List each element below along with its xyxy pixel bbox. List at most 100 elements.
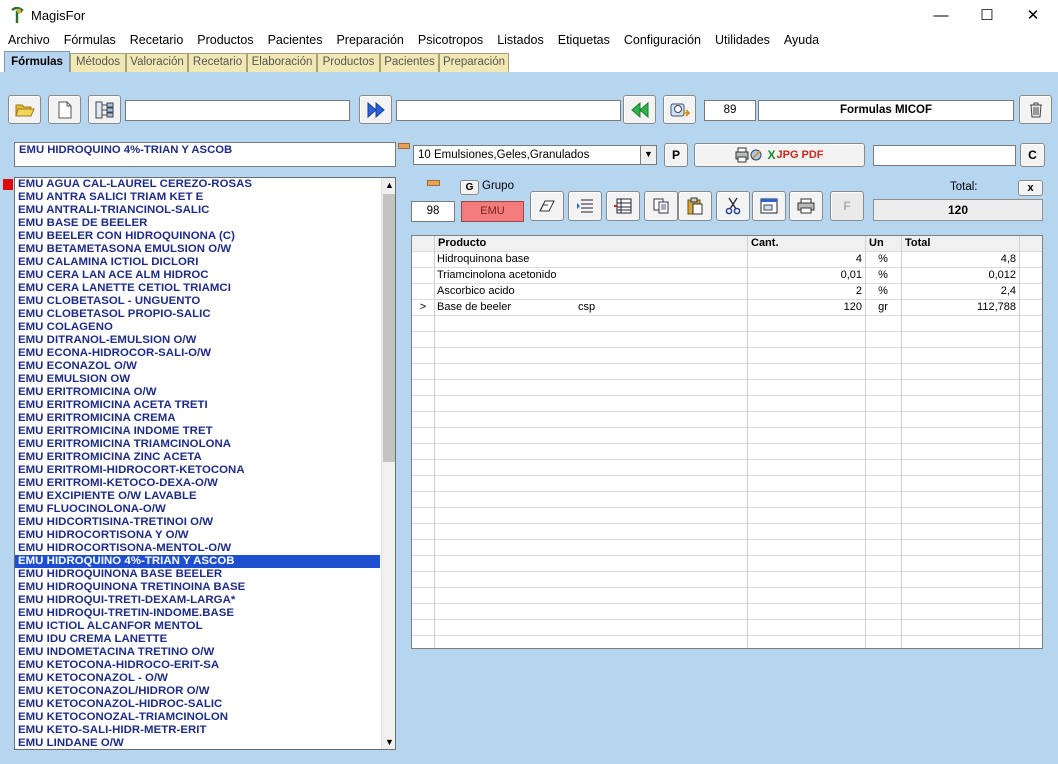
maximize-button[interactable]: ☐ — [964, 0, 1010, 31]
fast-forward-button[interactable] — [359, 95, 392, 124]
empty-row[interactable] — [412, 348, 1042, 364]
empty-row[interactable] — [412, 428, 1042, 444]
menu-item-10[interactable]: Utilidades — [715, 31, 770, 51]
empty-row[interactable] — [412, 444, 1042, 460]
table-row[interactable]: Triamcinolona acetonido 0,01% 0,012 — [412, 268, 1042, 284]
menu-item-0[interactable]: Archivo — [8, 31, 50, 51]
group-code-field[interactable]: EMU — [461, 201, 524, 222]
list-item[interactable]: EMU BETAMETASONA EMULSION O/W — [15, 243, 380, 256]
menu-item-9[interactable]: Configuración — [624, 31, 701, 51]
copy-button[interactable] — [644, 191, 678, 221]
eraser-button[interactable] — [530, 191, 564, 221]
list-item[interactable]: EMU KETOCONA-HIDROCO-ERIT-SA — [15, 659, 380, 672]
empty-row[interactable] — [412, 540, 1042, 556]
cell-marker[interactable] — [415, 252, 431, 268]
list-item[interactable]: EMU BEELER CON HIDROQUINONA (C) — [15, 230, 380, 243]
empty-row[interactable] — [412, 620, 1042, 636]
grid-header-cell[interactable]: Cant. — [751, 236, 863, 252]
menu-item-5[interactable]: Preparación — [336, 31, 403, 51]
insert-line-button[interactable] — [568, 191, 602, 221]
tree-view-button[interactable] — [88, 95, 121, 124]
list-item[interactable]: EMU COLAGENO — [15, 321, 380, 334]
menu-item-2[interactable]: Recetario — [130, 31, 184, 51]
cell-producto[interactable]: Triamcinolona acetonido — [437, 268, 744, 284]
list-item[interactable]: EMU FLUOCINOLONA-O/W — [15, 503, 380, 516]
empty-row[interactable] — [412, 604, 1042, 620]
list-item[interactable]: EMU ECONAZOL O/W — [15, 360, 380, 373]
list-item[interactable]: EMU HIDROQUI-TRETIN-INDOME.BASE — [15, 607, 380, 620]
empty-row[interactable] — [412, 524, 1042, 540]
tab-3[interactable]: Recetario — [188, 53, 247, 72]
empty-row[interactable] — [412, 364, 1042, 380]
list-item[interactable]: EMU KETOCONAZOL-HIDROC-SALIC — [15, 698, 380, 711]
list-item[interactable]: EMU KETO-SALI-HIDR-METR-ERIT — [15, 724, 380, 737]
grid-header-cell[interactable]: Un — [869, 236, 899, 252]
list-item[interactable]: EMU HIDROCORTISONA Y O/W — [15, 529, 380, 542]
list-item[interactable]: EMU AGUA CAL-LAUREL CEREZO-ROSAS — [15, 178, 380, 191]
open-folder-button[interactable] — [8, 95, 41, 124]
cell-cant[interactable]: 2 — [750, 284, 862, 300]
list-item[interactable]: EMU ERITROMICINA TRIAMCINOLONA — [15, 438, 380, 451]
group-g-button[interactable]: G — [460, 180, 479, 195]
tab-7[interactable]: Preparación — [439, 53, 509, 72]
cell-producto[interactable]: Ascorbico acido — [437, 284, 744, 300]
print-button[interactable] — [789, 191, 823, 221]
list-item[interactable]: EMU ERITROMICINA ZINC ACETA — [15, 451, 380, 464]
list-item[interactable]: EMU ERITROMICINA CREMA — [15, 412, 380, 425]
cell-marker[interactable] — [415, 284, 431, 300]
menu-item-7[interactable]: Listados — [497, 31, 544, 51]
empty-row[interactable] — [412, 492, 1042, 508]
scroll-down-icon[interactable]: ▼ — [385, 737, 394, 747]
tab-0[interactable]: Fórmulas — [4, 51, 70, 72]
list-name-field[interactable]: Formulas MICOF — [758, 100, 1014, 121]
list-item[interactable]: EMU INDOMETACINA TRETINO O/W — [15, 646, 380, 659]
group-number-field[interactable]: 98 — [411, 201, 455, 222]
cell-un[interactable]: % — [868, 268, 898, 284]
table-row[interactable]: Hidroquinona base 4% 4,8 — [412, 252, 1042, 268]
scroll-up-icon[interactable]: ▲ — [385, 180, 394, 190]
empty-row[interactable] — [412, 412, 1042, 428]
list-item[interactable]: EMU IDU CREMA LANETTE — [15, 633, 380, 646]
list-item[interactable]: EMU CLOBETASOL - UNGUENTO — [15, 295, 380, 308]
cell-marker[interactable] — [415, 268, 431, 284]
record-number-field[interactable]: 89 — [704, 100, 756, 121]
search-input-2[interactable] — [396, 100, 621, 121]
list-item[interactable]: EMU ERITROMICINA ACETA TRETI — [15, 399, 380, 412]
list-item[interactable]: EMU CERA LAN ACE ALM HIDROC — [15, 269, 380, 282]
empty-row[interactable] — [412, 588, 1042, 604]
grid-header-cell[interactable]: Total — [905, 236, 1017, 252]
c-button[interactable]: C — [1020, 143, 1045, 167]
list-item[interactable]: EMU ECONA-HIDROCOR-SALI-O/W — [15, 347, 380, 360]
search-input-1[interactable] — [125, 100, 350, 121]
cell-un[interactable]: gr — [868, 300, 898, 316]
minimize-button[interactable]: — — [918, 0, 964, 31]
formula-name-field[interactable]: EMU HIDROQUINO 4%-TRIAN Y ASCOB — [14, 142, 396, 167]
empty-row[interactable] — [412, 572, 1042, 588]
list-item[interactable]: EMU CLOBETASOL PROPIO-SALIC — [15, 308, 380, 321]
empty-row[interactable] — [412, 460, 1042, 476]
menu-item-3[interactable]: Productos — [197, 31, 253, 51]
total-close-button[interactable]: x — [1018, 180, 1043, 196]
empty-row[interactable] — [412, 556, 1042, 572]
tab-5[interactable]: Productos — [317, 53, 380, 72]
search-next-button[interactable] — [663, 95, 696, 124]
cell-marker[interactable]: > — [415, 300, 431, 316]
empty-row[interactable] — [412, 508, 1042, 524]
list-item[interactable]: EMU EMULSION OW — [15, 373, 380, 386]
cell-cant[interactable]: 4 — [750, 252, 862, 268]
list-item[interactable]: EMU HIDCORTISINA-TRETINOI O/W — [15, 516, 380, 529]
list-item[interactable]: EMU CALAMINA ICTIOL DICLORI — [15, 256, 380, 269]
code-field[interactable] — [873, 145, 1016, 166]
paste-button[interactable] — [678, 191, 712, 221]
list-item[interactable]: EMU HIDROCORTISONA-MENTOL-O/W — [15, 542, 380, 555]
menu-item-8[interactable]: Etiquetas — [558, 31, 610, 51]
chevron-down-icon[interactable]: ▼ — [640, 145, 657, 165]
window-button[interactable] — [752, 191, 786, 221]
list-item[interactable]: EMU ERITROMI-KETOCO-DEXA-O/W — [15, 477, 380, 490]
list-item[interactable]: EMU ICTIOL ALCANFOR MENTOL — [15, 620, 380, 633]
list-item[interactable]: EMU CERA LANETTE CETIOL TRIAMCI — [15, 282, 380, 295]
grid-header-cell[interactable]: Producto — [438, 236, 745, 252]
empty-row[interactable] — [412, 332, 1042, 348]
menu-item-4[interactable]: Pacientes — [268, 31, 323, 51]
cell-total[interactable]: 112,788 — [904, 300, 1016, 316]
